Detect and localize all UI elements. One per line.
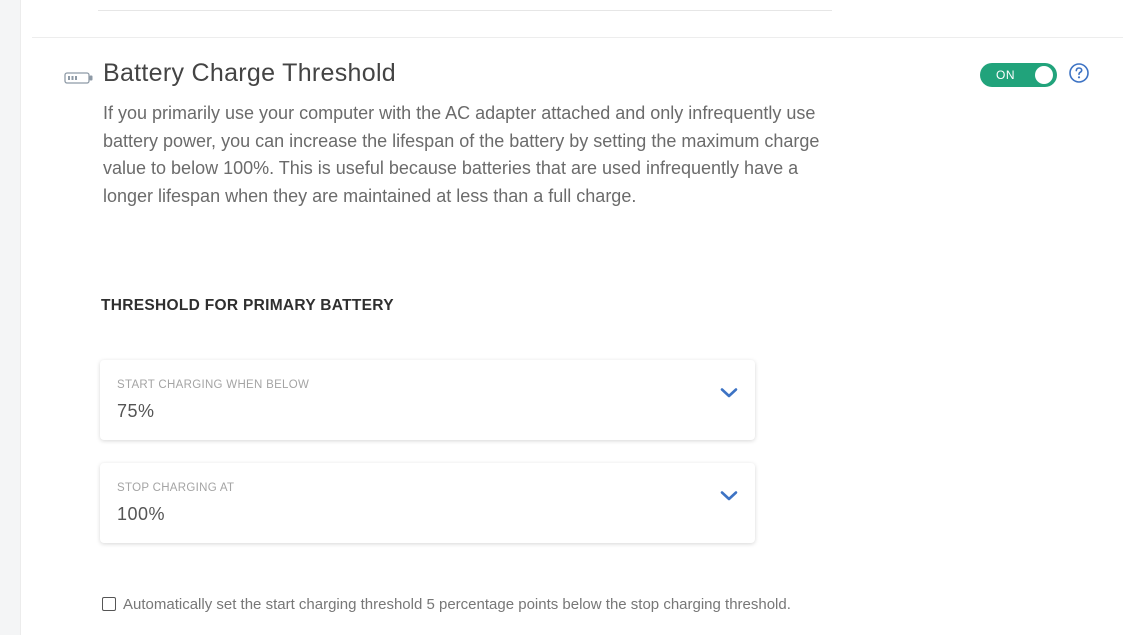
top-divider — [98, 10, 832, 11]
stop-charging-label: STOP CHARGING AT — [117, 482, 235, 494]
chevron-down-icon — [720, 388, 738, 398]
charge-threshold-toggle[interactable]: ON — [980, 63, 1057, 87]
battery-icon — [64, 72, 93, 84]
start-charging-label: START CHARGING WHEN BELOW — [117, 379, 310, 391]
toggle-label: ON — [996, 68, 1015, 82]
left-rail — [0, 0, 21, 635]
section-divider — [32, 37, 1123, 38]
section-title: Battery Charge Threshold — [103, 59, 397, 87]
stop-charging-dropdown[interactable]: STOP CHARGING AT 100% — [100, 463, 755, 543]
chevron-down-icon — [720, 491, 738, 501]
auto-threshold-option: Automatically set the start charging thr… — [102, 594, 791, 614]
auto-threshold-checkbox[interactable] — [102, 597, 116, 611]
threshold-heading: THRESHOLD FOR PRIMARY BATTERY — [101, 297, 394, 314]
section-description: If you primarily use your computer with … — [103, 103, 820, 206]
start-charging-value: 75% — [117, 401, 155, 421]
auto-threshold-label: Automatically set the start charging thr… — [123, 595, 791, 613]
toggle-knob — [1035, 66, 1053, 84]
start-charging-dropdown[interactable]: START CHARGING WHEN BELOW 75% — [100, 360, 755, 440]
question-circle-icon[interactable] — [1068, 62, 1090, 84]
stop-charging-value: 100% — [117, 504, 166, 524]
